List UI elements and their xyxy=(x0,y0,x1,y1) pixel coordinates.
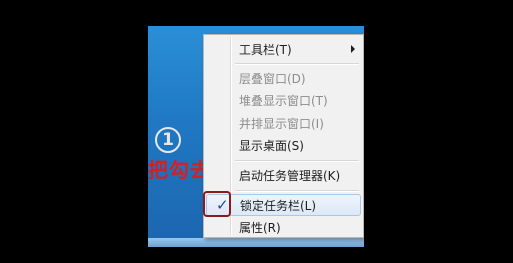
menu-item-side-by-side-windows: 并排显示窗口(I) xyxy=(206,112,361,134)
menu-item-label: 锁定任务栏(L) xyxy=(240,198,317,213)
menu-separator xyxy=(235,160,359,162)
menu-separator xyxy=(235,63,359,65)
menu-item-label: 启动任务管理器(K) xyxy=(239,168,341,183)
menu-item-label: 堆叠显示窗口(T) xyxy=(239,93,328,108)
menu-separator xyxy=(235,190,359,192)
menu-item-cascade-windows: 层叠窗口(D) xyxy=(206,67,361,89)
menu-item-stack-windows: 堆叠显示窗口(T) xyxy=(206,89,361,111)
step-number: 1 xyxy=(162,130,174,150)
menu-item-properties[interactable]: 属性(R) xyxy=(206,216,361,238)
step-number-badge: 1 xyxy=(155,127,181,153)
taskbar[interactable] xyxy=(148,238,364,247)
submenu-arrow-icon xyxy=(351,45,355,53)
menu-item-label: 并排显示窗口(I) xyxy=(239,116,324,131)
menu-item-label: 工具栏(T) xyxy=(239,42,292,57)
menu-item-task-manager[interactable]: 启动任务管理器(K) xyxy=(206,164,361,186)
menu-item-toolbars[interactable]: 工具栏(T) xyxy=(206,38,361,60)
menu-item-label: 显示桌面(S) xyxy=(239,138,304,153)
annotation-highlight-box xyxy=(203,191,231,217)
menu-item-label: 属性(R) xyxy=(239,220,281,235)
menu-item-label: 层叠窗口(D) xyxy=(239,71,306,86)
menu-item-show-desktop[interactable]: 显示桌面(S) xyxy=(206,134,361,156)
